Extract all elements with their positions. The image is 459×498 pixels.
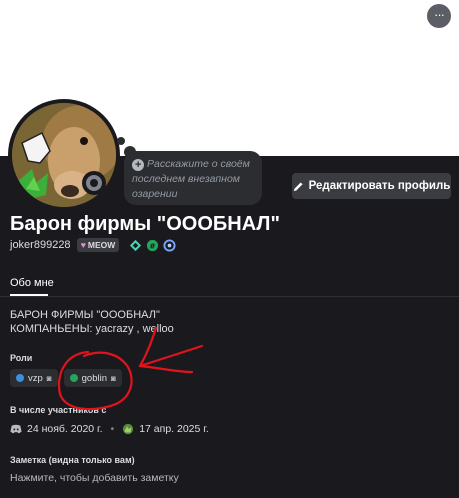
pencil-icon (293, 181, 303, 191)
role-goblin[interactable]: goblin ◙ (63, 369, 122, 387)
more-options-button[interactable]: ··· (427, 4, 451, 28)
separator-dot: • (110, 423, 115, 435)
heart-icon: ♥ (80, 240, 86, 250)
roles-heading: Роли (10, 353, 33, 363)
more-horizontal-icon: ··· (434, 7, 445, 22)
avatar-frame (8, 99, 120, 211)
active-developer-icon[interactable]: # (146, 239, 159, 252)
hypesquad-icon[interactable] (129, 239, 142, 252)
shield-icon: ◙ (111, 373, 116, 383)
discord-logo-icon (10, 424, 22, 434)
role-color-dot (16, 374, 24, 382)
role-vzp[interactable]: vzp ◙ (10, 369, 58, 387)
custom-status-bubble[interactable]: + Расскажите о своём последнем внезапном … (124, 151, 262, 205)
bio-line-2: КОМПАНЬЕНЫ: yacrazy , welloo (10, 323, 174, 335)
member-since-heading: В числе участников с (10, 405, 107, 415)
badges: # (129, 238, 176, 252)
server-icon (123, 423, 134, 435)
server-join-date: 17 апр. 2025 г. (139, 423, 209, 435)
bubble-tail-small (117, 137, 125, 145)
role-color-dot (69, 374, 78, 382)
note-input[interactable]: Нажмите, чтобы добавить заметку (10, 472, 179, 484)
bio-line-1: БАРОН ФИРМЫ "ОООБНАЛ" (10, 309, 160, 321)
bio: БАРОН ФИРМЫ "ОООБНАЛ" КОМПАНЬЕНЫ: yacraz… (10, 308, 174, 336)
offline-status-icon (86, 175, 102, 191)
member-since-row: 24 нояб. 2020 г. • 17 апр. 2025 г. (10, 423, 209, 435)
username[interactable]: joker899228 (10, 239, 71, 251)
role-name: vzp (28, 372, 43, 384)
display-name: Барон фирмы "ОООБНАЛ" (10, 213, 280, 235)
username-row: joker899228 ♥ MEOW # (10, 237, 176, 253)
server-tag[interactable]: ♥ MEOW (76, 238, 120, 252)
status-indicator (82, 171, 106, 195)
discord-join-date: 24 нояб. 2020 г. (27, 423, 103, 435)
plus-circle-icon: + (132, 159, 144, 171)
shield-icon: ◙ (46, 373, 52, 383)
roles-list: vzp ◙ goblin ◙ (10, 369, 122, 387)
tab-about-me[interactable]: Обо мне (10, 277, 54, 289)
note-heading: Заметка (видна только вам) (10, 455, 135, 465)
edit-profile-label: Редактировать профиль (308, 180, 451, 192)
custom-status-text: + Расскажите о своём последнем внезапном … (132, 158, 250, 200)
server-tag-label: MEOW (87, 240, 116, 250)
tab-divider (0, 296, 459, 297)
svg-text:#: # (150, 241, 156, 250)
role-name: goblin (81, 372, 107, 384)
edit-profile-button[interactable]: Редактировать профиль (292, 173, 451, 199)
nitro-icon[interactable] (163, 238, 176, 252)
